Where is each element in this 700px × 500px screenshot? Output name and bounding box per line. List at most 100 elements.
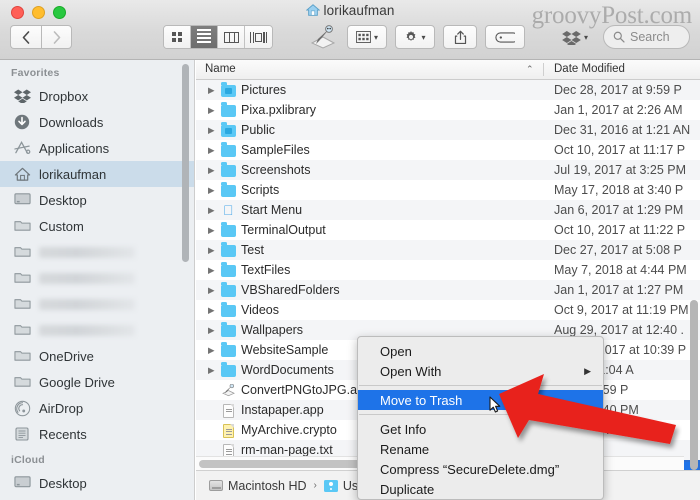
sidebar-item-dropbox[interactable]: Dropbox <box>0 83 194 109</box>
menu-item-label: Open <box>380 343 412 359</box>
menu-item-open[interactable]: Open <box>358 341 603 361</box>
table-row[interactable]: ▶ Pictures Dec 28, 2017 at 9:59 P <box>196 80 700 100</box>
desktop-icon <box>14 192 31 209</box>
vertical-scrollbar[interactable] <box>690 300 698 470</box>
dropbox-icon <box>562 30 581 45</box>
sidebar-item-label: lorikaufman <box>39 166 107 182</box>
file-date: Dec 28, 2017 at 9:59 P <box>554 83 682 97</box>
folder-icon <box>14 374 31 391</box>
sidebar-item-google-drive[interactable]: Google Drive <box>0 369 194 395</box>
sidebar-item-redacted-4[interactable] <box>0 317 194 343</box>
table-row[interactable]: ▶ TextFiles May 7, 2018 at 4:44 PM <box>196 260 700 280</box>
disclosure-triangle-icon[interactable]: ▶ <box>208 106 218 115</box>
chevron-left-icon <box>22 30 30 44</box>
disclosure-triangle-icon[interactable]: ▶ <box>208 366 218 375</box>
columns-icon <box>223 31 239 43</box>
table-row[interactable]: ▶ SampleFiles Oct 10, 2017 at 11:17 P <box>196 140 700 160</box>
menu-item-duplicate[interactable]: Duplicate <box>358 479 603 499</box>
toolbar: ▾ ▾ ▾ Search <box>0 24 700 56</box>
table-row[interactable]: ▶ TerminalOutput Oct 10, 2017 at 11:22 P <box>196 220 700 240</box>
breadcrumb-separator: › <box>313 480 317 491</box>
apple-icon:  <box>221 202 236 218</box>
sidebar-item-airdrop[interactable]: AirDrop <box>0 395 194 421</box>
menu-item-compress[interactable]: Compress “SecureDelete.dmg” <box>358 459 603 479</box>
sidebar[interactable]: Favorites Dropbox Downloads Applications… <box>0 60 195 500</box>
sidebar-item-label: OneDrive <box>39 348 94 364</box>
sidebar-item-icloud-desktop[interactable]: Desktop <box>0 470 194 496</box>
sidebar-item-applications[interactable]: Applications <box>0 135 194 161</box>
home-icon <box>305 3 320 20</box>
folder-icon <box>221 162 236 178</box>
column-header-date-modified[interactable]: Date Modified <box>554 60 625 79</box>
table-row[interactable]: ▶ Test Dec 27, 2017 at 5:08 P <box>196 240 700 260</box>
file-date: Dec 27, 2017 at 5:08 P <box>554 243 682 257</box>
disclosure-triangle-icon[interactable]: ▶ <box>208 226 218 235</box>
file-date: Jan 1, 2017 at 1:27 PM <box>554 283 684 297</box>
column-view-button[interactable] <box>218 26 245 48</box>
grid-icon <box>172 32 182 42</box>
chevron-down-icon: ▾ <box>583 32 588 42</box>
disclosure-triangle-icon[interactable]: ▶ <box>208 266 218 275</box>
disclosure-triangle-icon[interactable]: ▶ <box>208 246 218 255</box>
list-view-button[interactable] <box>191 26 218 48</box>
table-row[interactable]: ▶ Scripts May 17, 2018 at 3:40 P <box>196 180 700 200</box>
table-row[interactable]: ▶ Pixa.pxlibrary Jan 1, 2017 at 2:26 AM <box>196 100 700 120</box>
sidebar-item-redacted-1[interactable] <box>0 239 194 265</box>
disclosure-triangle-icon[interactable]: ▶ <box>208 126 218 135</box>
sidebar-item-label: Dropbox <box>39 88 89 104</box>
file-name: Pixa.pxlibrary <box>241 103 317 117</box>
sidebar-item-redacted-3[interactable] <box>0 291 194 317</box>
quick-actions-button[interactable] <box>307 24 339 50</box>
forward-button[interactable] <box>41 25 72 49</box>
share-button[interactable] <box>443 25 477 49</box>
disclosure-triangle-icon[interactable]: ▶ <box>208 86 218 95</box>
table-row[interactable]: ▶  Start Menu Jan 6, 2017 at 1:29 PM <box>196 200 700 220</box>
sidebar-item-downloads[interactable]: Downloads <box>0 109 194 135</box>
disclosure-triangle-icon[interactable]: ▶ <box>208 326 218 335</box>
sort-indicator-icon: ⌃ <box>526 64 534 74</box>
back-button[interactable] <box>10 25 41 49</box>
column-header-name[interactable]: Name <box>205 60 236 79</box>
table-row[interactable]: ▶ Screenshots Jul 19, 2017 at 3:25 PM <box>196 160 700 180</box>
sidebar-item-lorikaufman[interactable]: lorikaufman <box>0 161 194 187</box>
gallery-view-button[interactable] <box>245 26 272 48</box>
sidebar-scrollbar[interactable] <box>182 64 189 262</box>
folder-icon <box>221 302 236 318</box>
window-title-text: lorikaufman <box>323 3 395 18</box>
sidebar-item-redacted-2[interactable] <box>0 265 194 291</box>
disclosure-triangle-icon[interactable]: ▶ <box>208 146 218 155</box>
disclosure-triangle-icon[interactable]: ▶ <box>208 186 218 195</box>
disclosure-triangle-icon[interactable]: ▶ <box>208 346 218 355</box>
arrange-button[interactable]: ▾ <box>347 25 387 49</box>
coverflow-icon <box>250 31 267 43</box>
disclosure-triangle-icon[interactable]: ▶ <box>208 206 218 215</box>
column-divider[interactable] <box>543 63 544 76</box>
file-name: Public <box>241 123 276 137</box>
disclosure-triangle-icon[interactable]: ▶ <box>208 166 218 175</box>
table-row[interactable]: ▶ Public Dec 31, 2016 at 1:21 AN <box>196 120 700 140</box>
file-name: Videos <box>241 303 279 317</box>
folder-icon <box>14 348 31 365</box>
table-row[interactable]: ▶ VBSharedFolders Jan 1, 2017 at 1:27 PM <box>196 280 700 300</box>
icon-view-button[interactable] <box>164 26 191 48</box>
folder-icon <box>14 296 31 313</box>
automator-icon <box>221 383 236 398</box>
sidebar-item-onedrive[interactable]: OneDrive <box>0 343 194 369</box>
breadcrumb-macintosh-hd[interactable]: Macintosh HD <box>209 479 307 493</box>
folder-pictures-icon <box>221 82 236 98</box>
disclosure-triangle-icon[interactable]: ▶ <box>208 306 218 315</box>
sidebar-item-label: Desktop <box>39 192 87 208</box>
sidebar-item-desktop[interactable]: Desktop <box>0 187 194 213</box>
sidebar-item-custom[interactable]: Custom <box>0 213 194 239</box>
action-button[interactable]: ▾ <box>395 25 435 49</box>
disclosure-triangle-icon[interactable]: ▶ <box>208 286 218 295</box>
sidebar-item-recents[interactable]: Recents <box>0 421 194 447</box>
search-field[interactable]: Search <box>603 25 690 49</box>
dropbox-button[interactable]: ▾ <box>555 25 595 49</box>
tags-button[interactable] <box>485 25 525 49</box>
view-mode-segmented-control[interactable] <box>163 25 273 49</box>
column-headers[interactable]: Name ⌃ Date Modified <box>196 60 700 80</box>
table-row[interactable]: ▶ Videos Oct 9, 2017 at 11:19 PM <box>196 300 700 320</box>
sidebar-item-label <box>39 246 135 258</box>
sidebar-item-label: Google Drive <box>39 374 115 390</box>
